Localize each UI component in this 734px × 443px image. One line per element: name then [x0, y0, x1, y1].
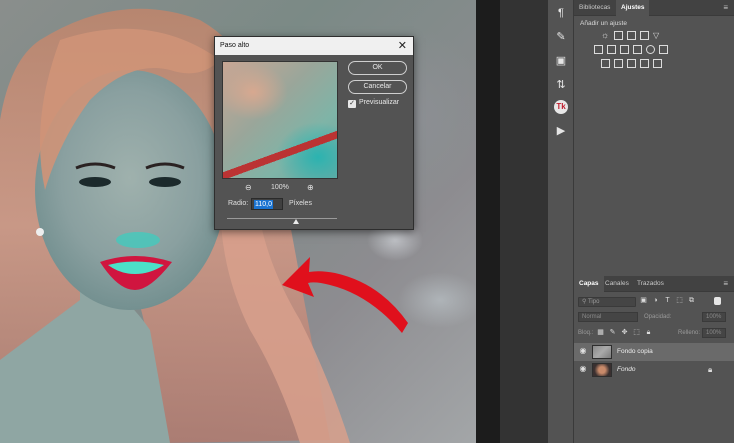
panel-icon-strip: ¶ ✎ ▣ ⇅ Tk ▶: [548, 0, 574, 443]
zoom-value: 100%: [271, 184, 289, 191]
right-panels: Bibliotecas Ajustes ≡ Añadir un ajuste ☼…: [574, 0, 734, 443]
layer-name: Fondo copia: [617, 348, 653, 355]
zoom-out-icon[interactable]: ⊖: [245, 183, 252, 192]
type-filter-icon[interactable]: T: [664, 297, 671, 305]
preview-checkbox[interactable]: ✓: [348, 100, 356, 108]
layer-row-fondo[interactable]: ◉ Fondo 🔒︎: [574, 361, 734, 379]
layer-thumbnail: [592, 345, 612, 359]
opacity-field[interactable]: 100%: [702, 312, 726, 322]
filter-type-label: Tipo: [587, 299, 600, 305]
levels-icon[interactable]: [614, 31, 623, 40]
layer-filter-select[interactable]: ⚲ Tipo: [578, 297, 636, 307]
invert-icon[interactable]: [601, 59, 610, 68]
opacity-label: Opacidad:: [644, 314, 672, 320]
lock-pixels-icon[interactable]: ✎: [609, 329, 616, 337]
image-icon[interactable]: ▣: [554, 54, 568, 68]
zoom-in-icon[interactable]: ⊕: [307, 183, 314, 192]
canvas-gutter: [476, 0, 500, 443]
lock-label: Bloq.:: [578, 330, 594, 336]
radius-slider-handle[interactable]: [293, 219, 299, 224]
plugin-icon[interactable]: Tk: [554, 100, 568, 114]
blend-mode-select[interactable]: Normal: [578, 312, 638, 322]
color-lookup-icon[interactable]: [659, 45, 668, 54]
black-white-icon[interactable]: [620, 45, 629, 54]
radius-value: 110,0: [254, 200, 273, 209]
filter-toggle-icon[interactable]: [714, 297, 721, 305]
channel-mixer-icon[interactable]: [646, 45, 655, 54]
artboard-lock-icon[interactable]: ⬚: [633, 329, 640, 337]
actions-icon[interactable]: ⇅: [554, 78, 568, 92]
photo-filter-icon[interactable]: [633, 45, 642, 54]
preview-checkbox-label: Previsualizar: [359, 99, 400, 106]
layers-menu-icon[interactable]: ≡: [723, 279, 728, 288]
high-pass-dialog: Paso alto ✕ OK Cancelar ✓ Previsualizar …: [214, 36, 414, 230]
layer-name: Fondo: [617, 366, 636, 373]
adjustments-heading: Añadir un ajuste: [580, 20, 627, 27]
posterize-icon[interactable]: [614, 59, 623, 68]
paragraph-icon[interactable]: ¶: [554, 6, 568, 20]
fill-field[interactable]: 100%: [702, 328, 726, 338]
pasteboard: [500, 0, 548, 443]
tab-libraries[interactable]: Bibliotecas: [574, 0, 615, 16]
vibrance-icon[interactable]: ▽: [653, 31, 662, 40]
tab-paths[interactable]: Trazados: [632, 276, 669, 292]
zoom-controls: ⊖ 100% ⊕: [215, 183, 345, 195]
panel-menu-icon[interactable]: ≡: [723, 3, 728, 12]
pixel-filter-icon[interactable]: ▣: [640, 297, 647, 305]
cancel-button[interactable]: Cancelar: [348, 80, 407, 94]
gradient-map-icon[interactable]: [653, 59, 662, 68]
radius-label: Radio:: [228, 200, 249, 207]
brightness-icon[interactable]: ☼: [601, 31, 610, 40]
layer-lock-icon: 🔒︎: [708, 365, 713, 374]
hue-saturation-icon[interactable]: [594, 45, 603, 54]
tab-channels[interactable]: Canales: [600, 276, 634, 292]
layer-thumbnail: [592, 363, 612, 377]
visibility-eye-icon[interactable]: ◉: [579, 347, 587, 355]
selective-color-icon[interactable]: [640, 59, 649, 68]
layers-tabbar: Capas Canales Trazados ≡: [574, 276, 734, 292]
fill-label: Relleno:: [678, 330, 701, 336]
visibility-eye-icon[interactable]: ◉: [579, 365, 587, 373]
tab-adjustments[interactable]: Ajustes: [616, 0, 650, 16]
radius-input[interactable]: 110,0: [251, 198, 283, 210]
radius-slider[interactable]: [227, 218, 337, 219]
adjustment-filter-icon[interactable]: ◑: [652, 297, 659, 305]
play-icon[interactable]: ▶: [554, 124, 568, 138]
exposure-icon[interactable]: [640, 31, 649, 40]
brush-settings-icon[interactable]: ✎: [554, 30, 568, 44]
adjustments-tabbar: Bibliotecas Ajustes ≡: [574, 0, 734, 16]
dialog-title: Paso alto: [215, 37, 413, 55]
color-balance-icon[interactable]: [607, 45, 616, 54]
threshold-icon[interactable]: [627, 59, 636, 68]
curves-icon[interactable]: [627, 31, 636, 40]
lock-all-icon[interactable]: 🔒︎: [645, 329, 652, 337]
filter-preview[interactable]: [222, 61, 338, 179]
close-icon[interactable]: ✕: [398, 37, 407, 55]
smart-object-filter-icon[interactable]: ⧉: [688, 297, 695, 305]
shape-filter-icon[interactable]: ⬚: [676, 297, 683, 305]
radius-unit: Píxeles: [289, 200, 312, 207]
layer-row-fondo-copia[interactable]: ◉ Fondo copia: [574, 343, 734, 361]
lock-position-icon[interactable]: ✥: [621, 329, 628, 337]
lock-transparent-icon[interactable]: ▦: [597, 329, 604, 337]
ok-button[interactable]: OK: [348, 61, 407, 75]
annotation-arrow: [282, 257, 408, 333]
